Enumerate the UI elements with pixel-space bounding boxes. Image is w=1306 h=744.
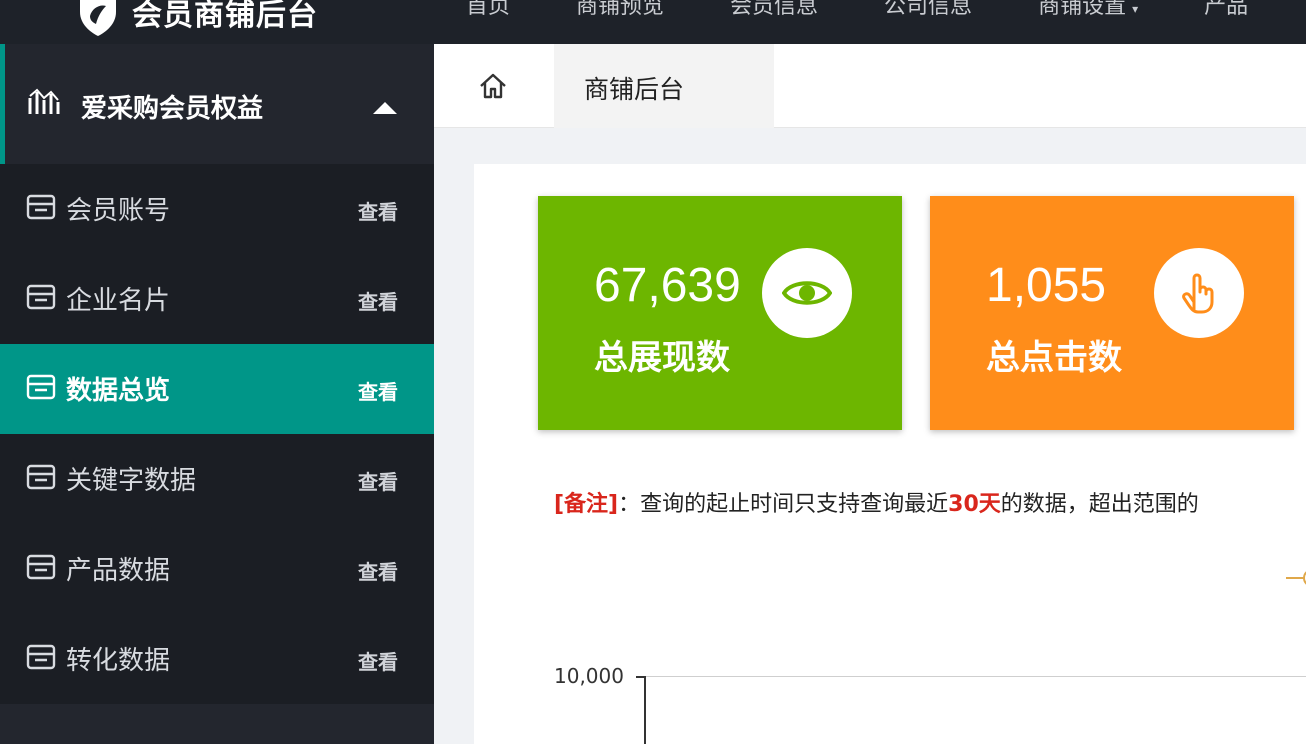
stat-value: 1,055: [986, 259, 1107, 312]
tab-bar: 商铺后台: [434, 44, 1306, 128]
store-icon: [26, 464, 56, 490]
sidebar-item-keyword-data[interactable]: 关键字数据 查看: [0, 434, 434, 524]
nav-item-company-info[interactable]: 公司信息: [884, 0, 972, 20]
sidebar-item-label: 产品数据: [66, 556, 171, 586]
y-axis: [644, 676, 646, 744]
legend-marker-icon[interactable]: [1284, 568, 1306, 588]
sidebar-item-product-data[interactable]: 产品数据 查看: [0, 524, 434, 614]
stat-label: 总展现数: [594, 338, 730, 378]
view-link[interactable]: 查看: [358, 646, 398, 675]
grid-line: [646, 676, 1306, 677]
nav-item-shop-preview[interactable]: 商铺预览: [576, 0, 664, 20]
view-link[interactable]: 查看: [358, 556, 398, 585]
view-link[interactable]: 查看: [358, 376, 398, 405]
eye-icon: [782, 281, 832, 305]
pointer-hand-icon: [1182, 273, 1214, 314]
nav-item-member-info[interactable]: 会员信息: [730, 0, 818, 20]
store-icon: [26, 554, 56, 580]
sidebar-menu: 会员账号 查看 企业名片 查看 数据总览 查看 关键字数据 查看 产品数据 查看…: [0, 164, 434, 704]
view-link[interactable]: 查看: [358, 196, 398, 225]
view-link[interactable]: 查看: [358, 466, 398, 495]
nav-item-products[interactable]: 产品: [1204, 0, 1248, 20]
chart-bars-icon: [28, 88, 60, 114]
nav-item-shop-settings-label: 商铺设置: [1038, 0, 1127, 19]
store-icon: [26, 194, 56, 220]
trend-chart: 10,000: [554, 664, 1306, 744]
app-title: 会员商铺后台: [132, 0, 318, 33]
remark-text-tail: 的数据，超出范围的: [1000, 492, 1199, 517]
sidebar-group-member-benefits[interactable]: 爱采购会员权益: [0, 44, 434, 164]
sidebar: 爱采购会员权益 会员账号 查看 企业名片 查看 数据总览 查看 关键字数据 查看…: [0, 44, 434, 744]
sidebar-item-label: 关键字数据: [66, 466, 197, 496]
nav-item-home[interactable]: 首页: [466, 0, 510, 20]
stat-card-clicks: 1,055 总点击数: [930, 196, 1294, 430]
top-navbar: 会员商铺后台 首页 商铺预览 会员信息 公司信息 商铺设置 ▾ 产品: [0, 0, 1306, 44]
sidebar-item-label: 数据总览: [66, 376, 171, 406]
tab-label: 商铺后台: [584, 75, 685, 104]
remark-highlight: 30天: [948, 492, 1001, 517]
store-icon: [26, 374, 56, 400]
chevron-down-icon: ▾: [1132, 2, 1139, 16]
stat-card-impressions: 67,639 总展现数: [538, 196, 902, 430]
logo[interactable]: 会员商铺后台: [72, 0, 318, 38]
store-icon: [26, 284, 56, 310]
view-link[interactable]: 查看: [358, 286, 398, 315]
sidebar-item-member-account[interactable]: 会员账号 查看: [0, 164, 434, 254]
y-tick-label: 10,000: [554, 664, 624, 688]
sidebar-item-label: 企业名片: [66, 286, 171, 316]
main-content: 67,639 总展现数 1,055 总点击数 [备注]：查询的起止时间只支持查询…: [474, 164, 1306, 744]
store-icon: [26, 644, 56, 670]
tab-home[interactable]: [434, 44, 554, 128]
sidebar-item-business-card[interactable]: 企业名片 查看: [0, 254, 434, 344]
remark-text: ：查询的起止时间只支持查询最近: [618, 492, 949, 517]
caret-up-icon[interactable]: [373, 102, 397, 114]
stat-label: 总点击数: [986, 338, 1122, 378]
stat-icon-circle: [1154, 248, 1244, 338]
nav-item-shop-settings[interactable]: 商铺设置 ▾: [1038, 0, 1138, 20]
sidebar-group-label: 爱采购会员权益: [81, 94, 264, 124]
home-icon: [480, 73, 506, 99]
sidebar-item-label: 会员账号: [66, 196, 171, 226]
stat-value: 67,639: [594, 259, 741, 312]
sidebar-item-conversion-data[interactable]: 转化数据 查看: [0, 614, 434, 704]
sidebar-item-data-overview[interactable]: 数据总览 查看: [0, 344, 434, 434]
sidebar-item-label: 转化数据: [66, 646, 171, 676]
remark-note: [备注]：查询的起止时间只支持查询最近30天的数据，超出范围的: [554, 486, 1199, 518]
stat-icon-circle: [762, 248, 852, 338]
top-nav: 首页 商铺预览 会员信息 公司信息 商铺设置 ▾ 产品: [466, 0, 1306, 20]
remark-tag: [备注]: [554, 492, 619, 517]
shield-logo-icon: [80, 0, 116, 36]
tab-shop-backend[interactable]: 商铺后台: [554, 44, 774, 128]
